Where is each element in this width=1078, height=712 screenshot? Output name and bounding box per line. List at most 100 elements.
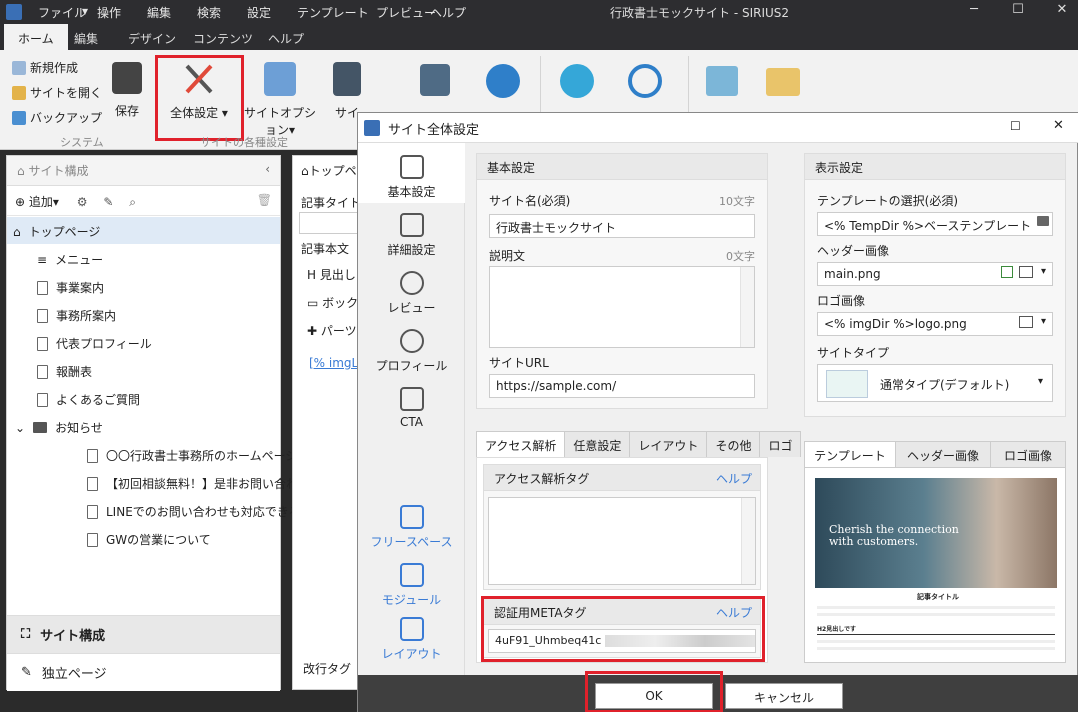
folder-icon[interactable]: [766, 68, 800, 96]
menu-template[interactable]: テンプレート: [297, 4, 369, 21]
sidebar-item-basic[interactable]: 基本設定: [358, 155, 465, 200]
heading-tool[interactable]: H 見出し: [307, 266, 356, 283]
menu-help[interactable]: ヘルプ: [430, 4, 466, 21]
tab-help[interactable]: ヘルプ: [268, 30, 304, 47]
header-image-input[interactable]: main.png: [817, 262, 1053, 286]
sidebar-item-cta[interactable]: CTA: [358, 387, 465, 429]
tab-layout[interactable]: レイアウト: [629, 431, 708, 457]
pencil-icon[interactable]: ✎: [103, 195, 113, 209]
menu-file[interactable]: ファイル: [38, 4, 86, 21]
maximize-icon[interactable]: ☐: [1010, 119, 1021, 133]
logo-image-input[interactable]: <% imgDir %>logo.png: [817, 312, 1053, 336]
editor-tab[interactable]: ⌂トップペー: [301, 162, 361, 179]
tree-item-top[interactable]: ⌂ トップページ: [13, 223, 100, 240]
tree-item[interactable]: 報酬表: [37, 363, 92, 380]
tree-item[interactable]: 事務所案内: [37, 307, 116, 324]
article-title-input[interactable]: [299, 212, 361, 234]
tree-item[interactable]: 【初回相談無料！】是非お問い合わ...: [87, 475, 309, 492]
close-icon[interactable]: ✕: [1052, 2, 1072, 17]
open-site-button[interactable]: サイトを開く: [12, 84, 102, 101]
document-icon: [87, 448, 98, 463]
check-icon[interactable]: [1001, 266, 1013, 278]
preview-tabs: テンプレート ヘッダー画像 ロゴ画像: [804, 441, 1066, 467]
chevron-down-icon[interactable]: ▾: [1041, 266, 1046, 277]
tree-item[interactable]: 事業案内: [37, 279, 104, 296]
tree-item-label: お知らせ: [55, 421, 103, 435]
chevron-down-icon[interactable]: ⌄: [15, 421, 25, 435]
collapse-icon[interactable]: ‹: [265, 162, 270, 176]
chevron-down-icon[interactable]: ▾: [1041, 316, 1046, 327]
site-url-input[interactable]: https://sample.com/: [489, 374, 755, 398]
new-site-button[interactable]: 新規作成: [12, 59, 78, 76]
editor-panel: ⌂トップペー 記事タイトル 記事本文 H 見出し ▭ ボックス ✚ パーツ [%…: [292, 155, 362, 690]
maximize-icon[interactable]: ☐: [1008, 2, 1028, 17]
image-add-icon[interactable]: [1019, 266, 1033, 278]
site-name-input[interactable]: 行政書士モックサイト: [489, 214, 755, 238]
gear-icon[interactable]: ⚙: [77, 195, 88, 209]
tree-item[interactable]: LINEでのお問い合わせも対応できるよ...: [87, 503, 324, 520]
preview-text-line: [817, 606, 1055, 609]
template-input[interactable]: <% TempDir %>ベーステンプレート: [817, 212, 1053, 236]
footer-site-structure[interactable]: ⛶ サイト構成: [7, 615, 280, 653]
minimize-icon[interactable]: ─: [964, 2, 984, 17]
site-options-button[interactable]: サイトオプション▾: [240, 62, 320, 138]
folder-icon[interactable]: [1037, 216, 1049, 226]
menu-edit[interactable]: 編集: [147, 4, 171, 21]
sidebar-item-detail[interactable]: 詳細設定: [358, 213, 465, 258]
backup-button[interactable]: バックアップ: [12, 109, 102, 126]
upload-icon[interactable]: [560, 64, 594, 98]
parts-tool[interactable]: ✚ パーツ: [307, 322, 357, 339]
tab-template-preview[interactable]: テンプレート: [804, 441, 896, 467]
www-icon[interactable]: [486, 64, 520, 98]
search-page-icon[interactable]: [420, 64, 450, 96]
menu-settings[interactable]: 設定: [247, 4, 271, 21]
image-link[interactable]: [% imgL: [309, 356, 358, 370]
tab-design[interactable]: デザイン: [128, 30, 176, 47]
header-image-value: main.png: [824, 267, 881, 281]
tab-access-analytics[interactable]: アクセス解析: [476, 431, 566, 457]
highlight-box: [585, 671, 723, 712]
tab-other[interactable]: その他: [706, 431, 761, 457]
tab-logo[interactable]: ロゴ: [759, 431, 802, 457]
tab-home[interactable]: ホーム: [4, 24, 68, 50]
sidebar-item-layout[interactable]: レイアウト: [358, 617, 465, 662]
footer-standalone-page[interactable]: ✎ 独立ページ: [7, 653, 280, 691]
image-add-icon[interactable]: [1019, 316, 1033, 328]
scrollbar[interactable]: [741, 498, 755, 584]
description-textarea[interactable]: [489, 266, 755, 348]
tree-folder[interactable]: ⌄ お知らせ: [15, 419, 103, 436]
sidebar-item-review[interactable]: レビュー: [358, 271, 465, 316]
box-tool[interactable]: ▭ ボックス: [307, 294, 361, 311]
tree-item[interactable]: 代表プロフィール: [37, 335, 152, 352]
image-icon[interactable]: [706, 66, 738, 96]
site-type-select[interactable]: 通常タイプ(デフォルト) ▾: [817, 364, 1053, 402]
close-icon[interactable]: ✕: [1053, 118, 1064, 133]
sidebar-item-module[interactable]: モジュール: [358, 563, 465, 608]
preview-hero-text: Cherish the connection with customers.: [829, 524, 959, 548]
tree-item[interactable]: よくあるご質問: [37, 391, 140, 408]
add-button[interactable]: 追加: [29, 195, 53, 209]
tree-item[interactable]: ≡ メニュー: [37, 251, 103, 268]
tab-edit[interactable]: 編集: [74, 30, 98, 47]
tree-item[interactable]: GWの営業について: [87, 531, 211, 548]
cancel-button[interactable]: キャンセル: [725, 683, 843, 709]
sync-icon[interactable]: [628, 64, 662, 98]
save-button[interactable]: 保存: [104, 62, 150, 119]
analytics-tag-textarea[interactable]: [488, 497, 756, 585]
menu-preview[interactable]: プレビュー: [376, 4, 436, 21]
add-icon[interactable]: ⊕: [15, 195, 29, 209]
tab-contents[interactable]: コンテンツ: [193, 30, 253, 47]
analytics-help-link[interactable]: ヘルプ: [716, 470, 752, 487]
tab-logo-preview[interactable]: ロゴ画像: [990, 441, 1066, 467]
menu-search[interactable]: 検索: [197, 4, 221, 21]
display-settings-panel: 表示設定 テンプレートの選択(必須) <% TempDir %>ベーステンプレー…: [804, 153, 1066, 417]
sidebar-item-freespace[interactable]: フリースペース: [358, 505, 465, 550]
sidebar-item-profile[interactable]: プロフィール: [358, 329, 465, 374]
scrollbar[interactable]: [740, 267, 754, 347]
tree-item[interactable]: 〇〇行政書士事務所のホームページを...: [87, 447, 321, 464]
trash-icon[interactable]: 🗑: [257, 193, 272, 207]
search-icon[interactable]: ⌕: [129, 195, 136, 209]
menu-operation[interactable]: 操作: [97, 4, 121, 21]
tab-header-image-preview[interactable]: ヘッダー画像: [895, 441, 991, 467]
tab-optional[interactable]: 任意設定: [564, 431, 631, 457]
